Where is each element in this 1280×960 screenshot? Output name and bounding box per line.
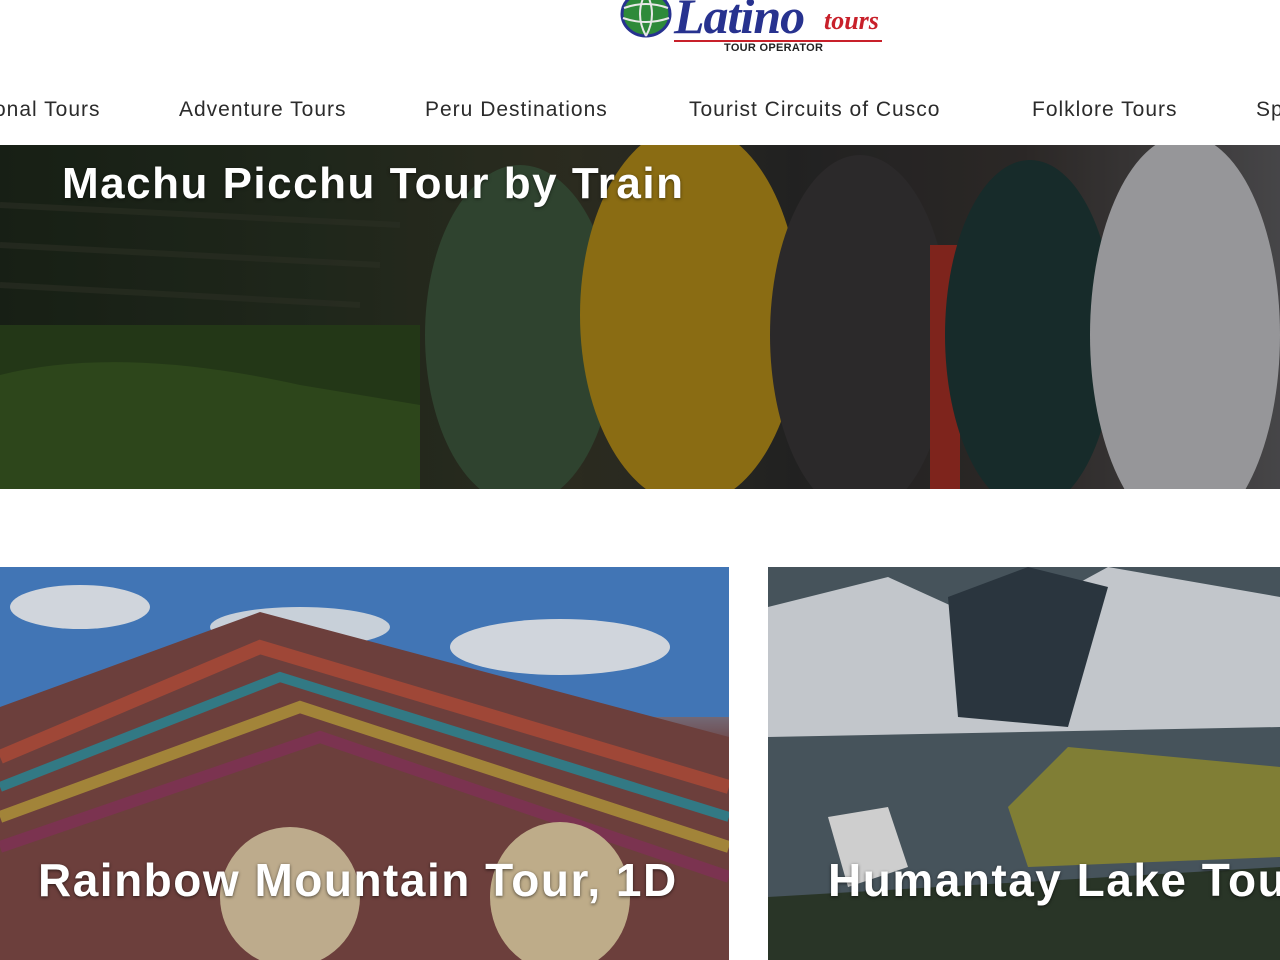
logo-wordmark-accent: tours	[824, 6, 879, 35]
nav-item-tourist-circuits-cusco[interactable]: Tourist Circuits of Cusco	[689, 93, 940, 127]
logo-subtitle: TOUR OPERATOR	[724, 42, 824, 54]
nav-item-folklore-tours[interactable]: Folklore Tours	[1032, 93, 1178, 127]
tour-card-title: Rainbow Mountain Tour, 1D	[38, 854, 678, 906]
hero-banner[interactable]: Machu Picchu Tour by Train	[0, 145, 1280, 489]
nav-item-peru-destinations[interactable]: Peru Destinations	[425, 93, 608, 127]
logo-wordmark: Latino	[674, 0, 805, 44]
nav-item-adventure-tours[interactable]: Adventure Tours	[179, 93, 347, 127]
tour-card-title: Humantay Lake Tou	[828, 854, 1280, 906]
hero-title: Machu Picchu Tour by Train	[62, 159, 685, 208]
globe-icon	[620, 0, 672, 40]
site-logo[interactable]: Latino tours TOUR OPERATOR	[620, 0, 890, 60]
nav-item-national-tours[interactable]: onal Tours	[0, 93, 101, 127]
main-nav: onal Tours Adventure Tours Peru Destinat…	[0, 93, 1280, 127]
site-header: Latino tours TOUR OPERATOR onal Tours Ad…	[0, 0, 1280, 145]
tour-card-humantay-lake[interactable]: Humantay Lake Tou	[768, 567, 1280, 960]
tour-card-rainbow-mountain[interactable]: Rainbow Mountain Tour, 1D	[0, 567, 729, 960]
nav-item-special-tours[interactable]: Sp	[1256, 93, 1280, 127]
